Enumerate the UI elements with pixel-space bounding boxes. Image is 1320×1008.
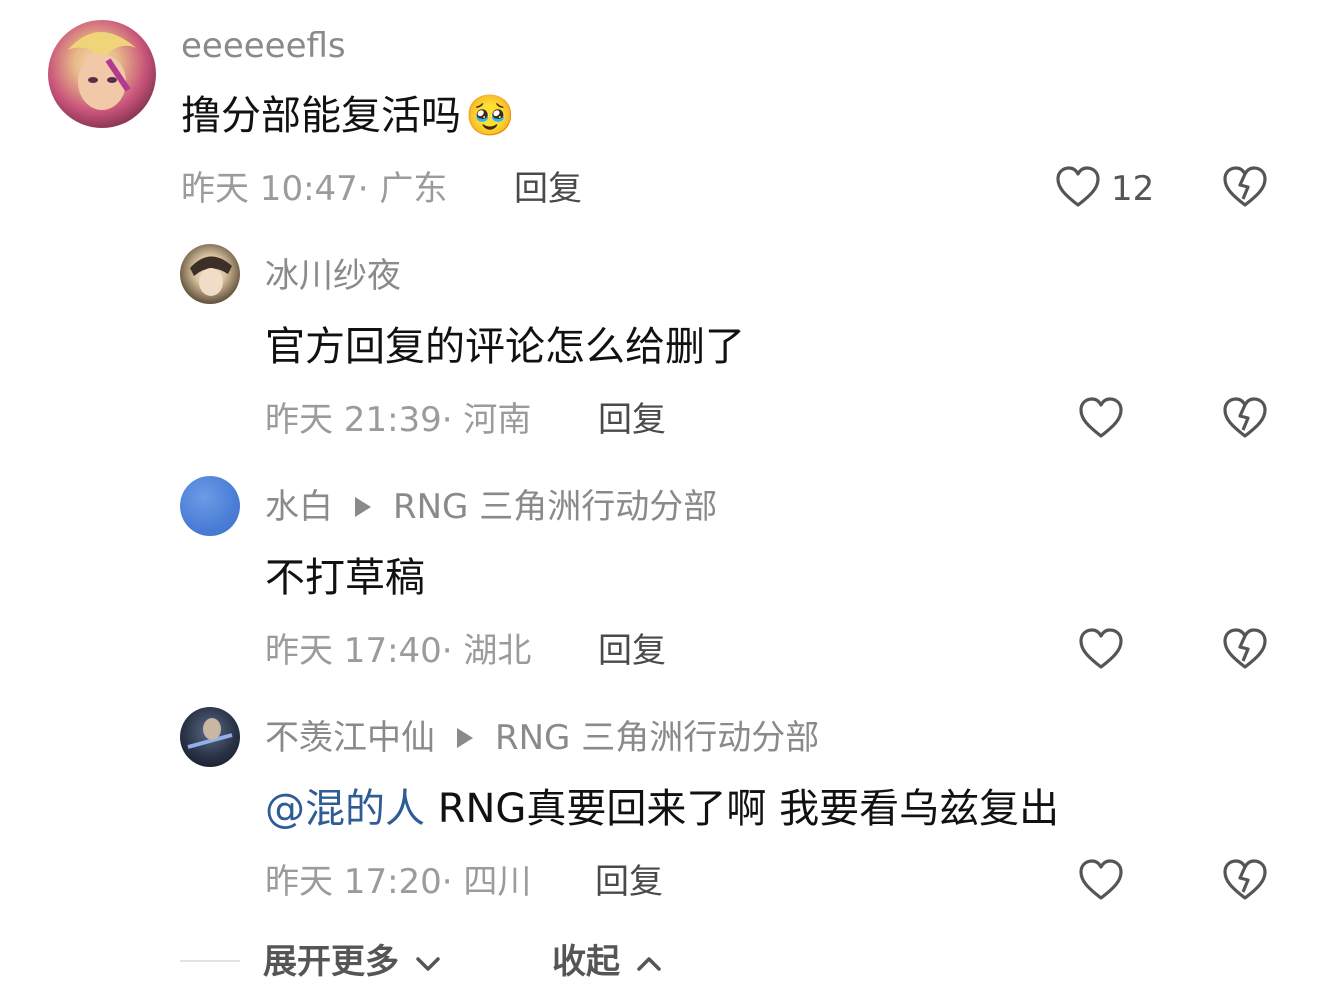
reply-meta: 昨天 21:39· 河南 bbox=[265, 400, 532, 440]
mention-link[interactable]: @混的人 bbox=[265, 786, 425, 832]
collapse-label: 收起 bbox=[552, 942, 620, 982]
comment-meta: 昨天 10:47· 广东 bbox=[181, 169, 448, 209]
avatar[interactable] bbox=[180, 244, 240, 304]
comment-text-body: 撸分部能复活吗 bbox=[181, 93, 461, 139]
reply-button[interactable]: 回复 bbox=[595, 860, 663, 904]
reply-to-username[interactable]: RNG 三角洲行动分部 bbox=[495, 718, 819, 758]
like-count: 12 bbox=[1111, 169, 1155, 209]
broken-heart-icon[interactable] bbox=[1222, 627, 1268, 671]
reply-to-username[interactable]: RNG 三角洲行动分部 bbox=[393, 487, 717, 527]
chevron-up-icon bbox=[636, 955, 662, 973]
comment-location: 广东 bbox=[379, 169, 448, 209]
comment-time: 昨天 10:47 bbox=[181, 169, 358, 209]
reply-button[interactable]: 回复 bbox=[598, 629, 666, 673]
broken-heart-icon[interactable] bbox=[1222, 165, 1268, 209]
heart-outline-icon[interactable] bbox=[1078, 858, 1124, 902]
emoji-icon: 🥹 bbox=[465, 93, 515, 139]
play-triangle-icon bbox=[457, 727, 473, 748]
collapse-button[interactable]: 收起 bbox=[552, 940, 662, 984]
reply-location: 湖北 bbox=[463, 631, 532, 671]
reply-username[interactable]: 不羡江中仙 bbox=[265, 718, 435, 758]
expand-more-button[interactable]: 展开更多 bbox=[263, 940, 441, 984]
comment-text: 撸分部能复活吗 🥹 bbox=[181, 90, 515, 142]
reply-time: 昨天 17:40 bbox=[265, 631, 442, 671]
expand-more-label: 展开更多 bbox=[263, 942, 399, 982]
avatar[interactable] bbox=[180, 707, 240, 767]
reply-button[interactable]: 回复 bbox=[514, 167, 582, 211]
heart-outline-icon[interactable] bbox=[1055, 165, 1101, 209]
broken-heart-icon[interactable] bbox=[1222, 858, 1268, 902]
comment-username[interactable]: eeeeeefls bbox=[181, 24, 346, 68]
broken-heart-icon[interactable] bbox=[1222, 396, 1268, 440]
play-triangle-icon bbox=[355, 496, 371, 517]
reply-username[interactable]: 水白 bbox=[265, 487, 333, 527]
avatar[interactable] bbox=[180, 476, 240, 536]
heart-outline-icon[interactable] bbox=[1078, 627, 1124, 671]
reply-username-line: 水白 RNG 三角洲行动分部 bbox=[265, 485, 717, 529]
chevron-down-icon bbox=[415, 955, 441, 973]
divider bbox=[180, 960, 240, 962]
reply-text-body: RNG真要回来了啊 我要看乌兹复出 bbox=[425, 786, 1060, 832]
heart-outline-icon[interactable] bbox=[1078, 396, 1124, 440]
reply-username-line: 不羡江中仙 RNG 三角洲行动分部 bbox=[265, 716, 819, 760]
reply-time: 昨天 17:20 bbox=[265, 862, 442, 902]
avatar[interactable] bbox=[48, 20, 156, 128]
reply-time: 昨天 21:39 bbox=[265, 400, 442, 440]
reply-username[interactable]: 冰川纱夜 bbox=[265, 254, 401, 298]
reply-text: 不打草稿 bbox=[265, 555, 425, 601]
reply-meta: 昨天 17:20· 四川 bbox=[265, 862, 532, 902]
reply-location: 四川 bbox=[463, 862, 532, 902]
reply-location: 河南 bbox=[463, 400, 532, 440]
reply-text: @混的人 RNG真要回来了啊 我要看乌兹复出 bbox=[265, 783, 1059, 835]
reply-meta: 昨天 17:40· 湖北 bbox=[265, 631, 532, 671]
reply-button[interactable]: 回复 bbox=[598, 398, 666, 442]
reply-text: 官方回复的评论怎么给删了 bbox=[265, 324, 745, 370]
